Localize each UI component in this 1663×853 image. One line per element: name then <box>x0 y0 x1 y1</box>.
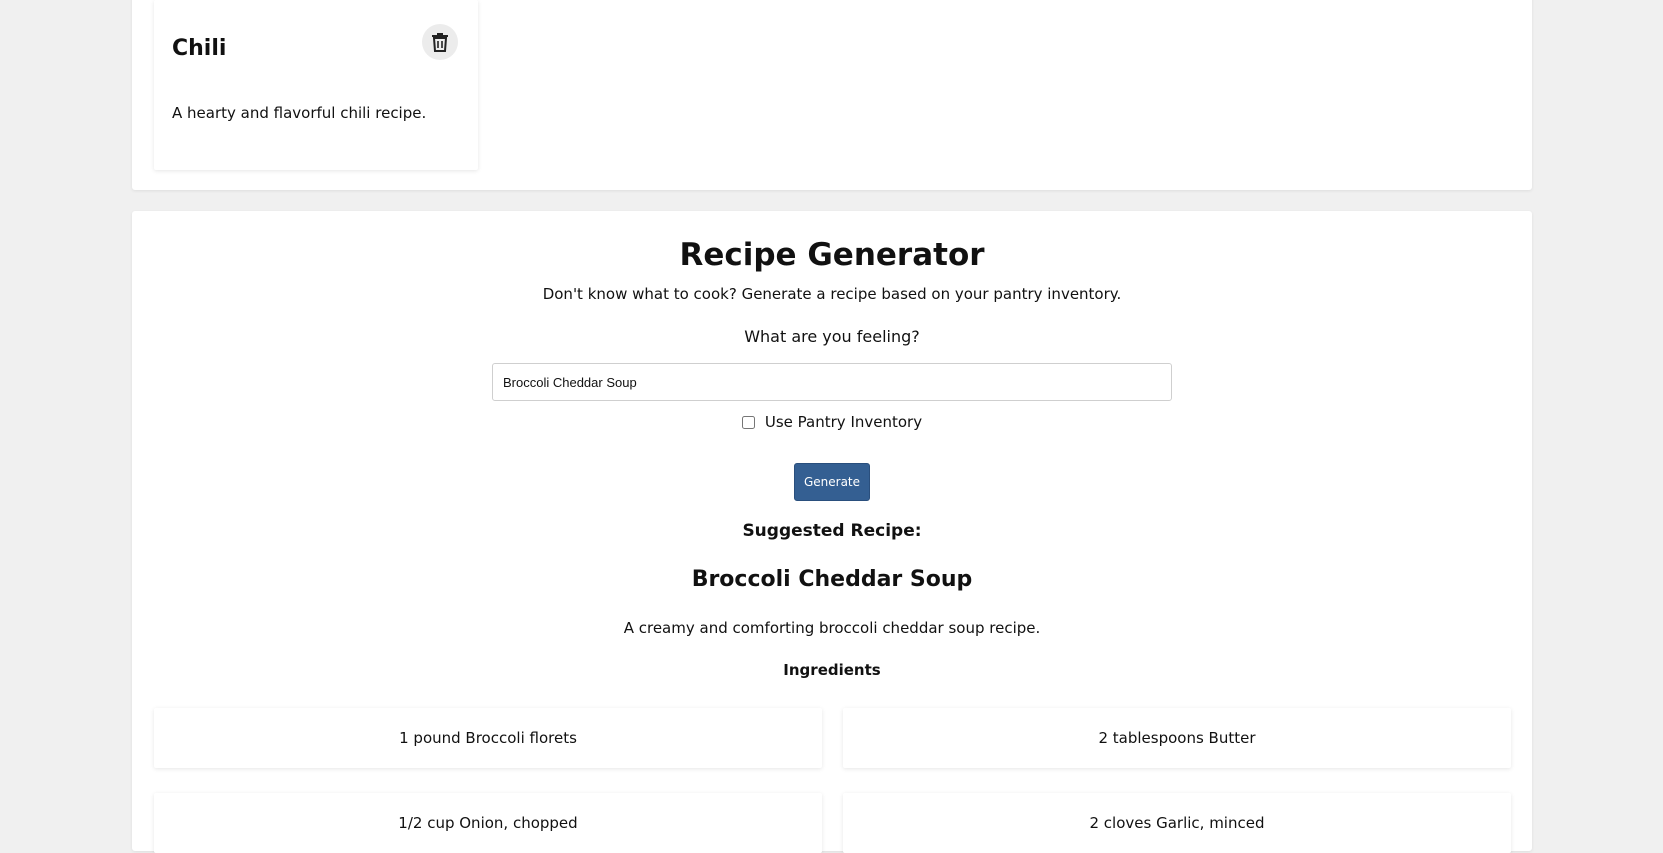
generator-subtitle: Don't know what to cook? Generate a reci… <box>542 285 1122 303</box>
suggested-recipe-description: A creamy and comforting broccoli cheddar… <box>623 619 1041 637</box>
dish-input[interactable] <box>492 363 1172 401</box>
recipe-card-title: Chili <box>172 36 227 61</box>
ingredient-card: 2 cloves Garlic, minced <box>843 793 1511 853</box>
ingredient-card: 2 tablespoons Butter <box>843 708 1511 768</box>
suggested-recipe-title: Broccoli Cheddar Soup <box>691 567 973 592</box>
recipe-card-chili[interactable]: Chili A hearty and flavorful chili recip… <box>154 0 478 170</box>
use-pantry-checkbox[interactable] <box>741 415 755 429</box>
ingredient-card: 1/2 cup Onion, chopped <box>154 793 822 853</box>
recipe-card-description: A hearty and flavorful chili recipe. <box>172 104 427 122</box>
saved-recipes-panel: Chili A hearty and flavorful chili recip… <box>132 0 1532 190</box>
trash-icon <box>432 33 448 52</box>
suggested-recipe-heading: Suggested Recipe: <box>742 521 922 541</box>
recipe-generator-panel: Recipe Generator Don't know what to cook… <box>132 211 1532 853</box>
delete-recipe-button[interactable] <box>422 24 458 60</box>
generate-button[interactable]: Generate <box>794 463 870 501</box>
generator-title: Recipe Generator <box>679 237 985 273</box>
ingredients-heading: Ingredients <box>783 661 881 679</box>
use-pantry-label: Use Pantry Inventory <box>764 413 923 431</box>
feeling-prompt-label: What are you feeling? <box>744 327 920 346</box>
ingredient-card: 1 pound Broccoli florets <box>154 708 822 768</box>
use-pantry-option[interactable]: Use Pantry Inventory <box>132 413 1532 431</box>
